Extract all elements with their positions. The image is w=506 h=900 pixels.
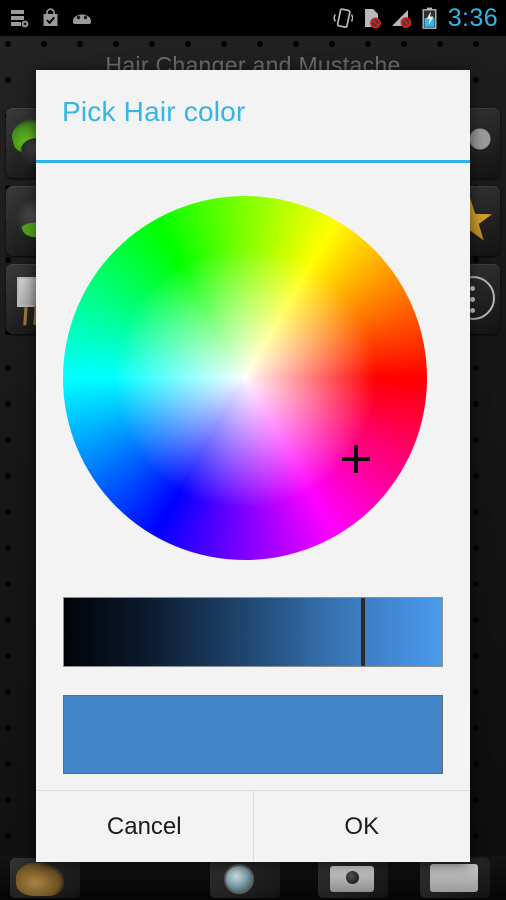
brightness-slider-thumb[interactable] xyxy=(361,598,366,666)
status-bar: 3:36 xyxy=(0,0,506,36)
cancel-button[interactable]: Cancel xyxy=(36,791,253,862)
title-divider xyxy=(36,160,470,163)
status-bar-right-icons: 3:36 xyxy=(332,0,498,36)
android-head-icon xyxy=(73,14,91,24)
battery-charging-icon xyxy=(422,7,437,29)
vibrate-icon xyxy=(332,8,353,29)
dialog-title: Pick Hair color xyxy=(62,96,246,127)
status-bar-clock: 3:36 xyxy=(447,3,498,32)
color-picker-dialog: Pick Hair color Cancel OK xyxy=(36,70,470,862)
thumb-camera[interactable] xyxy=(318,858,388,898)
thumb-plain[interactable] xyxy=(420,858,490,898)
thumb-hair[interactable] xyxy=(10,858,80,898)
signal-off-icon xyxy=(391,10,412,28)
ok-button[interactable]: OK xyxy=(254,791,471,862)
play-store-bag-icon xyxy=(43,8,58,26)
color-wheel-cursor-icon[interactable] xyxy=(342,445,370,473)
status-bar-left-icons xyxy=(10,0,93,36)
downloads-icon xyxy=(11,10,29,28)
sim-missing-icon xyxy=(364,9,381,29)
brightness-slider[interactable] xyxy=(63,597,443,667)
color-wheel[interactable] xyxy=(63,196,427,560)
thumb-lens[interactable] xyxy=(210,858,280,898)
bottom-thumbnail-strip xyxy=(0,856,506,900)
dialog-button-bar: Cancel OK xyxy=(36,790,470,862)
selected-color-preview xyxy=(63,695,443,774)
